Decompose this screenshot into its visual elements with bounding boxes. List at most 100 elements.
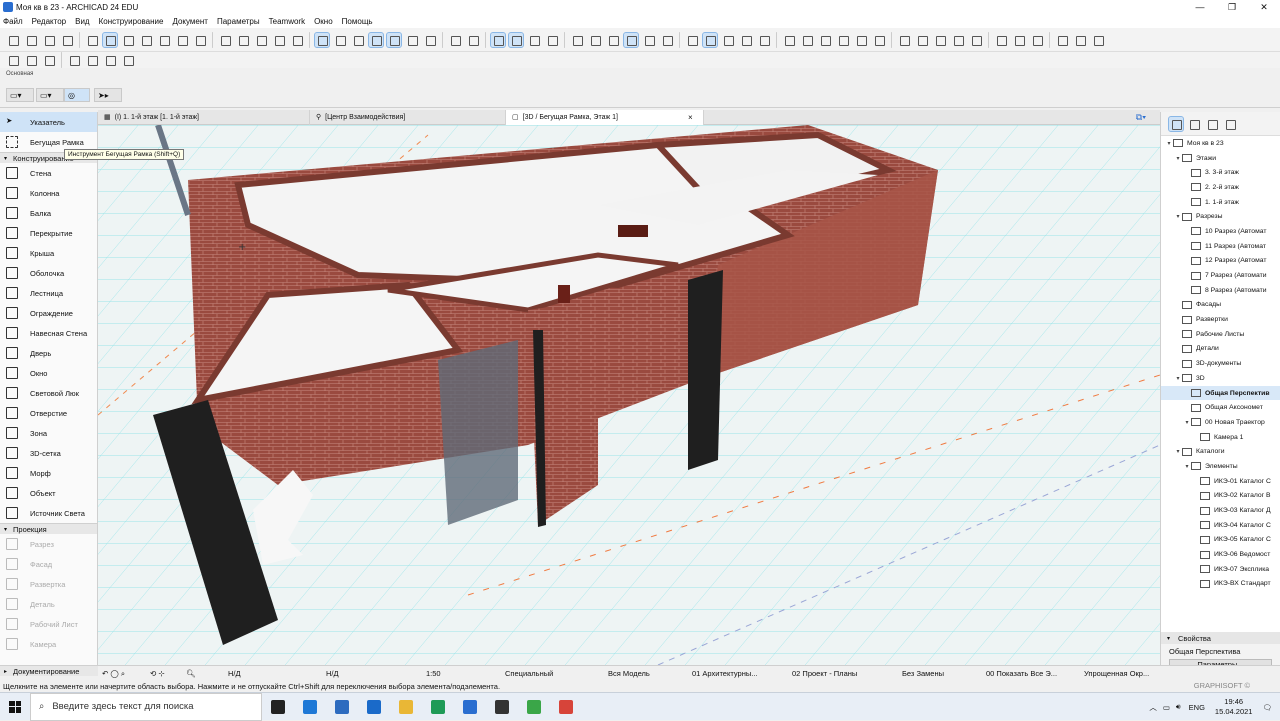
marquee-geometry-button[interactable]: ◎ (64, 88, 90, 102)
toolbar-tool-icon[interactable] (757, 33, 771, 47)
toolbar-tool-icon[interactable] (24, 33, 38, 47)
navigator-item[interactable]: ИКЭ-06 Ведомост (1161, 547, 1280, 562)
taskbar-app[interactable] (486, 693, 518, 721)
tree-toggle-icon[interactable]: ▾ (1174, 375, 1182, 382)
zoom-value[interactable]: Н/Д (228, 668, 241, 679)
toolbar-tool-icon[interactable] (933, 33, 947, 47)
navigator-item[interactable]: ▾ Разрезы (1161, 209, 1280, 224)
network-icon[interactable]: ▭ (1163, 703, 1170, 712)
tab-bim-collab[interactable]: ⚲ [Центр Взаимодействия] (310, 109, 506, 125)
toolbox-tool[interactable]: Колонна (0, 183, 97, 203)
toolbox-tool[interactable]: Отверстие (0, 403, 97, 423)
toolbar-tool-icon[interactable] (6, 53, 20, 67)
toolbar-tool-icon[interactable] (272, 33, 286, 47)
toolbar-tool-icon[interactable] (85, 33, 99, 47)
toolbar-tool-icon[interactable] (588, 33, 602, 47)
toolbar-tool-icon[interactable] (969, 33, 983, 47)
toolbar-tool-icon[interactable] (6, 33, 20, 47)
notifications-icon[interactable]: 🗨︎ (1262, 703, 1272, 712)
toolbar-tool-icon[interactable] (1030, 33, 1044, 47)
navigator-item[interactable]: 8 Разрез (Автомати (1161, 283, 1280, 298)
taskbar-app[interactable] (550, 693, 582, 721)
toolbox-tool[interactable]: Перекрытие (0, 223, 97, 243)
close-tab-icon[interactable]: × (688, 113, 693, 122)
toolbox-tool[interactable]: Балка (0, 203, 97, 223)
selection-method-button[interactable]: ▭▾ (6, 88, 34, 102)
taskbar-app[interactable] (326, 693, 358, 721)
tree-toggle-icon[interactable]: ▾ (1183, 463, 1191, 470)
language-indicator[interactable]: ENG (1189, 703, 1205, 712)
tree-toggle-icon[interactable]: ▾ (1183, 419, 1191, 426)
pointer-tool[interactable]: ➤ Указатель (0, 112, 97, 132)
toolbox-tool[interactable]: 3D-сетка (0, 443, 97, 463)
menu-item[interactable]: Файл (3, 17, 23, 26)
toolbar-tool-icon[interactable] (218, 33, 232, 47)
start-button[interactable] (0, 693, 30, 721)
menu-item[interactable]: Параметры (217, 17, 260, 26)
toolbox-tool[interactable]: Разрез (0, 534, 97, 554)
toolbox-tool[interactable]: Лестница (0, 283, 97, 303)
view-options-icon[interactable]: ⧉▾ (1136, 112, 1146, 123)
toolbox-tool[interactable]: Объект (0, 483, 97, 503)
tab-floor-plan[interactable]: ▦ (I) 1. 1-й этаж [1. 1-й этаж] (98, 109, 310, 125)
toolbar-tool-icon[interactable] (915, 33, 929, 47)
toolbar-tool-icon[interactable] (157, 33, 171, 47)
toolbox-tool[interactable]: Зона (0, 423, 97, 443)
toolbar-tool-icon[interactable] (606, 33, 620, 47)
navigator-item[interactable]: Детали (1161, 342, 1280, 357)
toolbar-tool-icon[interactable] (782, 33, 796, 47)
menu-item[interactable]: Редактор (32, 17, 66, 26)
toolbar-tool-icon[interactable] (121, 33, 135, 47)
toolbar-tool-icon[interactable] (351, 33, 365, 47)
toolbar-tool-icon[interactable] (368, 31, 384, 48)
taskbar-app[interactable] (358, 693, 390, 721)
scale-value[interactable]: 1:50 (426, 668, 441, 679)
toolbar-tool-icon[interactable] (570, 33, 584, 47)
menu-item[interactable]: Конструирование (99, 17, 164, 26)
navigator-item[interactable]: Рабочие Листы (1161, 327, 1280, 342)
toolbar-tool-icon[interactable] (386, 31, 402, 48)
navigator-item[interactable]: 3. 3-й этаж (1161, 165, 1280, 180)
navigator-item[interactable]: 11 Разрез (Автомат (1161, 239, 1280, 254)
toolbar-tool-icon[interactable] (121, 53, 135, 67)
toolbar-tool-icon[interactable] (872, 33, 886, 47)
tree-toggle-icon[interactable]: ▾ (1174, 213, 1182, 220)
toolbar-tool-icon[interactable] (254, 33, 268, 47)
menu-item[interactable]: Вид (75, 17, 89, 26)
toolbar-tool-icon[interactable] (545, 33, 559, 47)
toolbar-tool-icon[interactable] (818, 33, 832, 47)
section-documentation-header[interactable]: ▸ Документирование (0, 665, 98, 676)
navigator-item[interactable]: Общая Аксономет (1161, 400, 1280, 415)
toolbar-tool-icon[interactable] (1012, 33, 1026, 47)
navigator-item[interactable]: ▾ Каталоги (1161, 444, 1280, 459)
tree-toggle-icon[interactable]: ▾ (1165, 140, 1173, 147)
toolbox-tool[interactable]: Морф (0, 463, 97, 483)
orbit-icon[interactable]: ⟲ ⊹ (150, 668, 165, 679)
toolbar-tool-icon[interactable] (85, 53, 99, 67)
toolbar-tool-icon[interactable] (42, 33, 56, 47)
taskbar-app[interactable] (422, 693, 454, 721)
toolbox-tool[interactable]: Световой Люк (0, 383, 97, 403)
toolbar-tool-icon[interactable] (527, 33, 541, 47)
undo-view-icon[interactable]: ↶ ◯ ⌕ (102, 668, 125, 679)
navigator-item[interactable]: ▾ 00 Новая Траектор (1161, 415, 1280, 430)
navigator-item[interactable]: ▾ 3D (1161, 371, 1280, 386)
clock[interactable]: 19:46 15.04.2021 (1215, 697, 1253, 717)
toolbar-tool-icon[interactable] (102, 31, 118, 48)
toolbar-tool-icon[interactable] (836, 33, 850, 47)
toolbar-tool-icon[interactable] (994, 33, 1008, 47)
taskbar-search-input[interactable]: ⌕ Введите здесь текст для поиска (30, 692, 262, 721)
properties-header[interactable]: ▾ Свойства (1161, 632, 1280, 644)
project-map-icon[interactable] (1168, 115, 1184, 132)
navigator-item[interactable]: ИКЭ-02 Каталог В (1161, 489, 1280, 504)
toolbox-tool[interactable]: Деталь (0, 594, 97, 614)
taskbar-app[interactable] (454, 693, 486, 721)
toolbar-tool-icon[interactable] (1055, 33, 1069, 47)
toolbar-tool-icon[interactable] (67, 53, 81, 67)
taskbar-app[interactable] (390, 693, 422, 721)
tree-toggle-icon[interactable]: ▾ (1174, 155, 1182, 162)
toolbar-tool-icon[interactable] (685, 33, 699, 47)
toolbar-tool-icon[interactable] (623, 31, 639, 48)
menu-item[interactable]: Teamwork (269, 17, 305, 26)
toolbox-tool[interactable]: Ограждение (0, 303, 97, 323)
